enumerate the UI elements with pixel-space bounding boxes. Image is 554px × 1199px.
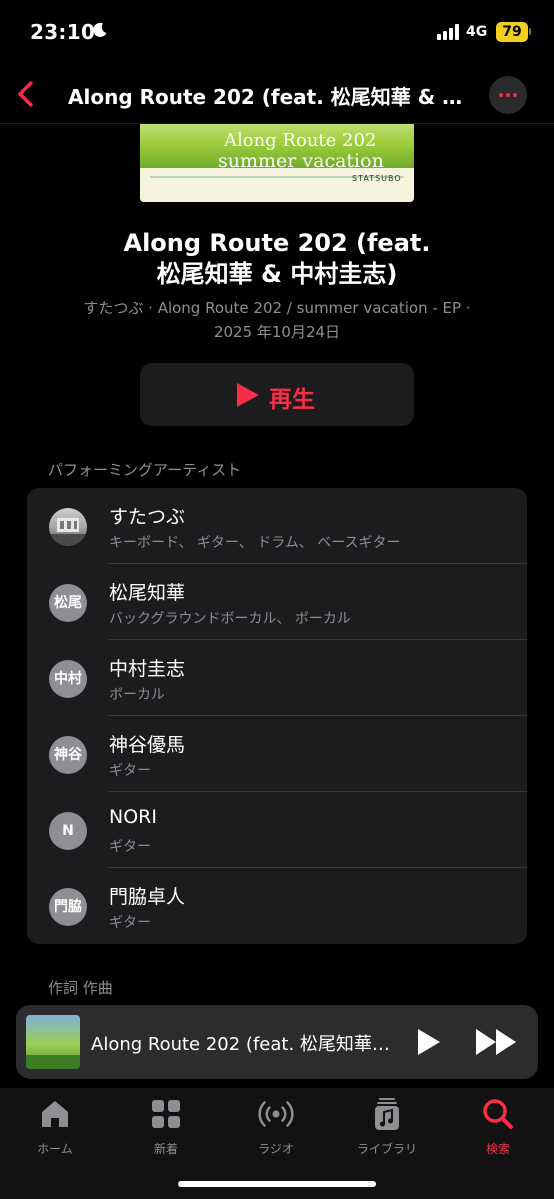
artist-avatar: 門脇 bbox=[49, 888, 87, 926]
play-icon[interactable] bbox=[418, 1029, 440, 1055]
tab-radio[interactable]: ラジオ bbox=[231, 1094, 321, 1156]
artist-row[interactable]: N NORI ギター bbox=[27, 792, 527, 868]
artist-row[interactable]: 門脇 門脇卓人 ギター bbox=[27, 868, 527, 944]
nav-bar: Along Route 202 (feat. 松尾知華 & 中村圭志) bbox=[0, 64, 554, 124]
artist-avatar: 松尾 bbox=[49, 584, 87, 622]
fast-forward-icon[interactable] bbox=[476, 1029, 518, 1055]
tab-library[interactable]: ライブラリ bbox=[342, 1094, 432, 1156]
artist-row[interactable]: すたつぶ キーボード、 ギター、 ドラム、 ベースギター bbox=[27, 488, 527, 564]
artist-row[interactable]: 中村 中村圭志 ボーカル bbox=[27, 640, 527, 716]
artwork-label: STATSUBO bbox=[352, 174, 402, 183]
back-chevron-icon[interactable] bbox=[12, 78, 42, 110]
mini-player-title: Along Route 202 (feat. 松尾知華 & 中村圭志) bbox=[91, 1034, 393, 1055]
network-type: 4G bbox=[466, 24, 488, 40]
artist-avatar: 中村 bbox=[49, 660, 87, 698]
performing-artists-heading: パフォーミングアーティスト bbox=[48, 461, 242, 479]
artist-name: 神谷優馬 bbox=[109, 734, 186, 756]
artist-role: ギター bbox=[109, 915, 151, 931]
status-bar: 23:10 4G 79 bbox=[0, 0, 554, 64]
mini-player[interactable]: Along Route 202 (feat. 松尾知華 & 中村圭志) bbox=[16, 1005, 538, 1079]
artist-avatar: N bbox=[49, 812, 87, 850]
tab-search[interactable]: 検索 bbox=[453, 1094, 543, 1156]
song-meta[interactable]: すたつぶ · Along Route 202 / summer vacation… bbox=[30, 296, 524, 344]
tab-new[interactable]: 新着 bbox=[121, 1094, 211, 1156]
artist-role: ギター bbox=[109, 839, 151, 855]
nav-title: Along Route 202 (feat. 松尾知華 & 中村圭志) bbox=[68, 85, 472, 109]
library-icon bbox=[375, 1098, 399, 1130]
radio-icon bbox=[258, 1101, 294, 1127]
artist-photo-icon bbox=[49, 518, 87, 546]
grid-icon bbox=[152, 1100, 180, 1128]
artist-name: 門脇卓人 bbox=[109, 886, 186, 908]
artwork-subtitle: summer vacation bbox=[218, 150, 384, 172]
battery-icon: 79 bbox=[496, 22, 528, 42]
status-time: 23:10 bbox=[30, 20, 96, 44]
artwork-title: Along Route 202 bbox=[224, 130, 377, 151]
credits-heading: 作詞 作曲 bbox=[48, 979, 113, 997]
tab-home[interactable]: ホーム bbox=[10, 1094, 100, 1156]
more-options-button[interactable] bbox=[489, 76, 527, 114]
more-dot bbox=[506, 93, 510, 97]
moon-icon bbox=[93, 22, 107, 37]
artist-name: 松尾知華 bbox=[109, 582, 186, 604]
more-dot bbox=[513, 93, 517, 97]
search-icon bbox=[483, 1099, 513, 1129]
artist-name: 中村圭志 bbox=[109, 658, 186, 680]
home-indicator[interactable] bbox=[178, 1181, 376, 1187]
artist-role: ボーカル bbox=[109, 687, 165, 703]
artist-name: すたつぶ bbox=[109, 506, 186, 528]
artist-row[interactable]: 松尾 松尾知華 バックグラウンドボーカル、 ボーカル bbox=[27, 564, 527, 640]
artist-role: キーボード、 ギター、 ドラム、 ベースギター bbox=[109, 535, 401, 551]
play-icon bbox=[237, 383, 259, 407]
more-dot bbox=[499, 93, 503, 97]
artist-row[interactable]: 神谷 神谷優馬 ギター bbox=[27, 716, 527, 792]
play-button[interactable]: 再生 bbox=[140, 363, 414, 426]
artist-name: NORI bbox=[109, 806, 157, 828]
mini-player-artwork bbox=[26, 1015, 80, 1069]
home-icon bbox=[42, 1101, 68, 1127]
artist-avatar bbox=[49, 508, 87, 546]
song-title: Along Route 202 (feat. 松尾知華 & 中村圭志) bbox=[123, 229, 431, 288]
battery-tip bbox=[529, 28, 531, 35]
artist-role: ギター bbox=[109, 763, 151, 779]
artist-avatar: 神谷 bbox=[49, 736, 87, 774]
performing-artists-list: すたつぶ キーボード、 ギター、 ドラム、 ベースギター 松尾 松尾知華 バック… bbox=[27, 488, 527, 944]
artist-role: バックグラウンドボーカル、 ボーカル bbox=[109, 611, 351, 627]
